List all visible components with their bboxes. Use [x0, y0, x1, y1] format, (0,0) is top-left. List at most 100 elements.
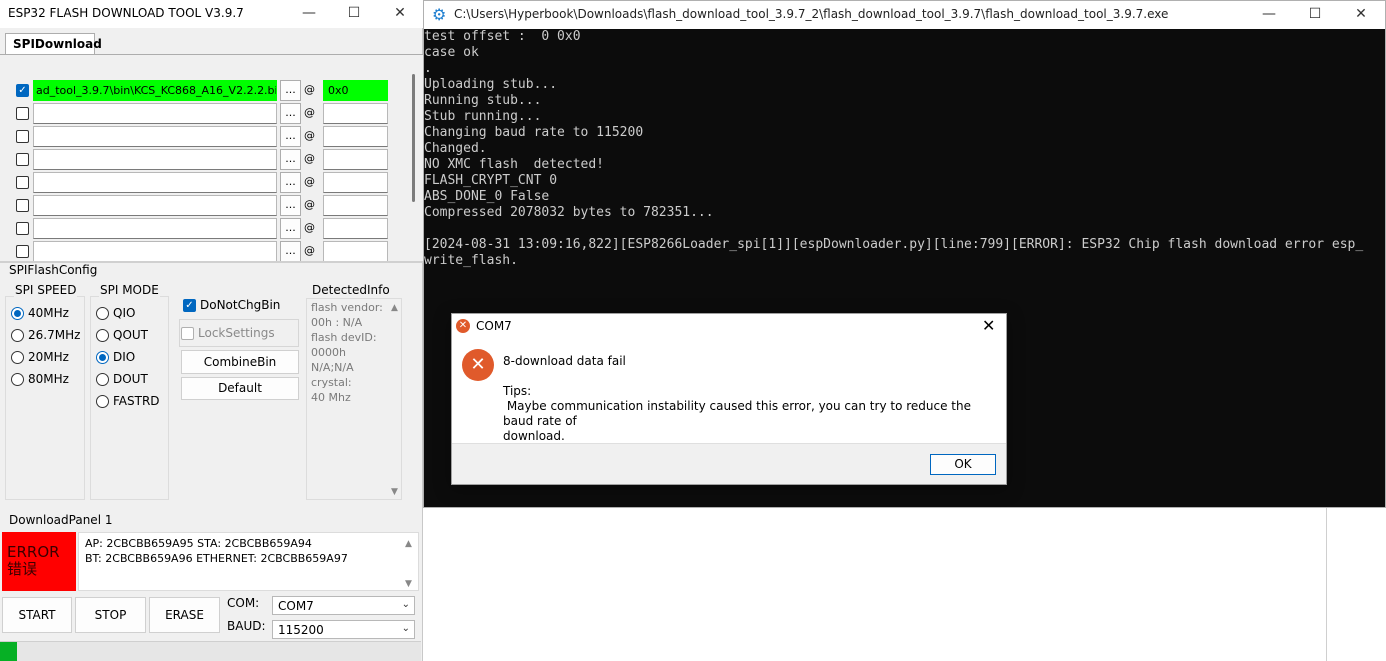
browse-button[interactable]: ... — [280, 103, 301, 124]
check-icon: ✓ — [183, 299, 196, 312]
dialog-close-button[interactable]: ✕ — [982, 316, 995, 335]
radio-circle — [96, 351, 109, 364]
maximize-button[interactable]: ☐ — [331, 0, 377, 28]
close-button[interactable]: ✕ — [1338, 1, 1384, 29]
file-enable-checkbox[interactable]: ✓ — [16, 84, 29, 97]
browse-button[interactable]: ... — [280, 149, 301, 170]
console-line: write_flash. — [424, 253, 518, 268]
console-line: Compressed 2078032 bytes to 782351... — [424, 205, 714, 220]
scroll-up-icon[interactable]: ▲ — [405, 537, 412, 552]
console-line: ABS_DONE_0 False — [424, 189, 550, 204]
console-line: FLASH_CRYPT_CNT 0 — [424, 173, 558, 188]
offset-input[interactable] — [323, 149, 388, 170]
file-enable-checkbox[interactable] — [16, 245, 29, 258]
progress-bar — [0, 641, 421, 661]
flash-tool-titlebar: ESP32 FLASH DOWNLOAD TOOL V3.9.7 — ☐ ✕ — [0, 0, 423, 28]
file-path-input[interactable] — [33, 103, 277, 124]
console-line: test offset : 0 0x0 — [424, 29, 581, 44]
radio-circle — [11, 373, 24, 386]
at-symbol: @ — [304, 106, 315, 119]
console-line: Changed. — [424, 141, 487, 156]
file-enable-checkbox[interactable] — [16, 130, 29, 143]
offset-input[interactable] — [323, 218, 388, 239]
browse-button[interactable]: ... — [280, 218, 301, 239]
detectedinfo-line: flash vendor: — [311, 301, 383, 314]
file-path-input[interactable]: ad_tool_3.9.7\bin\KCS_KC868_A16_V2.2.2.b… — [33, 80, 277, 101]
file-path-input[interactable] — [33, 126, 277, 147]
radio-circle — [11, 329, 24, 342]
at-symbol: @ — [304, 83, 315, 96]
offset-input[interactable]: 0x0 — [323, 80, 388, 101]
tab-spidownload[interactable]: SPIDownload — [5, 33, 102, 54]
console-line: NO XMC flash detected! — [424, 157, 605, 172]
browse-button[interactable]: ... — [280, 80, 301, 101]
browse-button[interactable]: ... — [280, 126, 301, 147]
com-select[interactable]: COM7 ⌄ — [272, 596, 415, 615]
spi-speed-option-label: 20MHz — [28, 350, 69, 364]
browse-button[interactable]: ... — [280, 195, 301, 216]
file-enable-checkbox[interactable] — [16, 107, 29, 120]
minimize-button[interactable]: — — [286, 0, 332, 28]
detectedinfo-line: N/A;N/A — [311, 361, 354, 374]
minimize-button[interactable]: — — [1246, 1, 1292, 29]
flash-tool-window: ESP32 FLASH DOWNLOAD TOOL V3.9.7 — ☐ ✕ S… — [0, 0, 423, 661]
default-button[interactable]: Default — [181, 377, 299, 400]
offset-input[interactable] — [323, 241, 388, 262]
console-line: Uploading stub... — [424, 77, 558, 92]
scroll-up-icon[interactable]: ▲ — [391, 303, 398, 313]
radio-circle — [11, 351, 24, 364]
file-list-scrollbar[interactable] — [408, 72, 420, 260]
stop-button[interactable]: STOP — [75, 597, 146, 633]
at-symbol: @ — [304, 152, 315, 165]
console-line: case ok — [424, 45, 479, 60]
detectedinfo-line: 40 Mhz — [311, 391, 351, 404]
window-title: ESP32 FLASH DOWNLOAD TOOL V3.9.7 — [8, 6, 244, 20]
console-titlebar: ⚙ C:\Users\Hyperbook\Downloads\flash_dow… — [424, 1, 1385, 29]
background-window-edge — [1326, 508, 1327, 661]
scroll-down-icon[interactable]: ▼ — [405, 577, 412, 592]
combinebin-button[interactable]: CombineBin — [181, 350, 299, 374]
downloadpanel-label: DownloadPanel 1 — [9, 513, 113, 527]
spi-speed-option-label: 26.7MHz — [28, 328, 81, 342]
browse-button[interactable]: ... — [280, 241, 301, 262]
file-path-input[interactable] — [33, 195, 277, 216]
erase-button[interactable]: ERASE — [149, 597, 220, 633]
scroll-down-icon[interactable]: ▼ — [391, 487, 398, 497]
close-button[interactable]: ✕ — [377, 0, 423, 28]
com-label: COM: — [227, 596, 260, 610]
spi-speed-option-label: 40MHz — [28, 306, 69, 320]
detectedinfo-label: DetectedInfo — [312, 283, 390, 297]
console-title: C:\Users\Hyperbook\Downloads\flash_downl… — [454, 7, 1169, 21]
file-enable-checkbox[interactable] — [16, 222, 29, 235]
radio-circle — [11, 307, 24, 320]
file-row: ... @ — [0, 172, 400, 194]
console-line: . — [424, 61, 432, 76]
mac-line-2: BT: 2CBCBB659A96 ETHERNET: 2CBCBB659A97 — [85, 552, 348, 565]
start-button[interactable]: START — [2, 597, 72, 633]
file-path-input[interactable] — [33, 218, 277, 239]
baud-select[interactable]: 115200 ⌄ — [272, 620, 415, 639]
scrollbar-thumb[interactable] — [412, 74, 415, 202]
offset-input[interactable] — [323, 195, 388, 216]
file-path-input[interactable] — [33, 241, 277, 262]
error-icon: ✕ — [456, 319, 470, 333]
mac-address-box: AP: 2CBCBB659A95 STA: 2CBCBB659A94 BT: 2… — [78, 532, 419, 591]
file-row: ... @ — [0, 218, 400, 240]
locksettings-label: LockSettings — [198, 326, 275, 340]
file-row: ... @ — [0, 149, 400, 171]
maximize-button[interactable]: ☐ — [1292, 1, 1338, 29]
dialog-tips: Tips: Maybe communication instability ca… — [503, 384, 971, 443]
checkbox-empty — [181, 327, 194, 340]
file-enable-checkbox[interactable] — [16, 176, 29, 189]
file-path-input[interactable] — [33, 172, 277, 193]
chevron-down-icon: ⌄ — [401, 599, 410, 610]
baud-label: BAUD: — [227, 619, 266, 633]
browse-button[interactable]: ... — [280, 172, 301, 193]
offset-input[interactable] — [323, 172, 388, 193]
file-enable-checkbox[interactable] — [16, 199, 29, 212]
file-enable-checkbox[interactable] — [16, 153, 29, 166]
ok-button[interactable]: OK — [930, 454, 996, 475]
file-path-input[interactable] — [33, 149, 277, 170]
offset-input[interactable] — [323, 126, 388, 147]
offset-input[interactable] — [323, 103, 388, 124]
